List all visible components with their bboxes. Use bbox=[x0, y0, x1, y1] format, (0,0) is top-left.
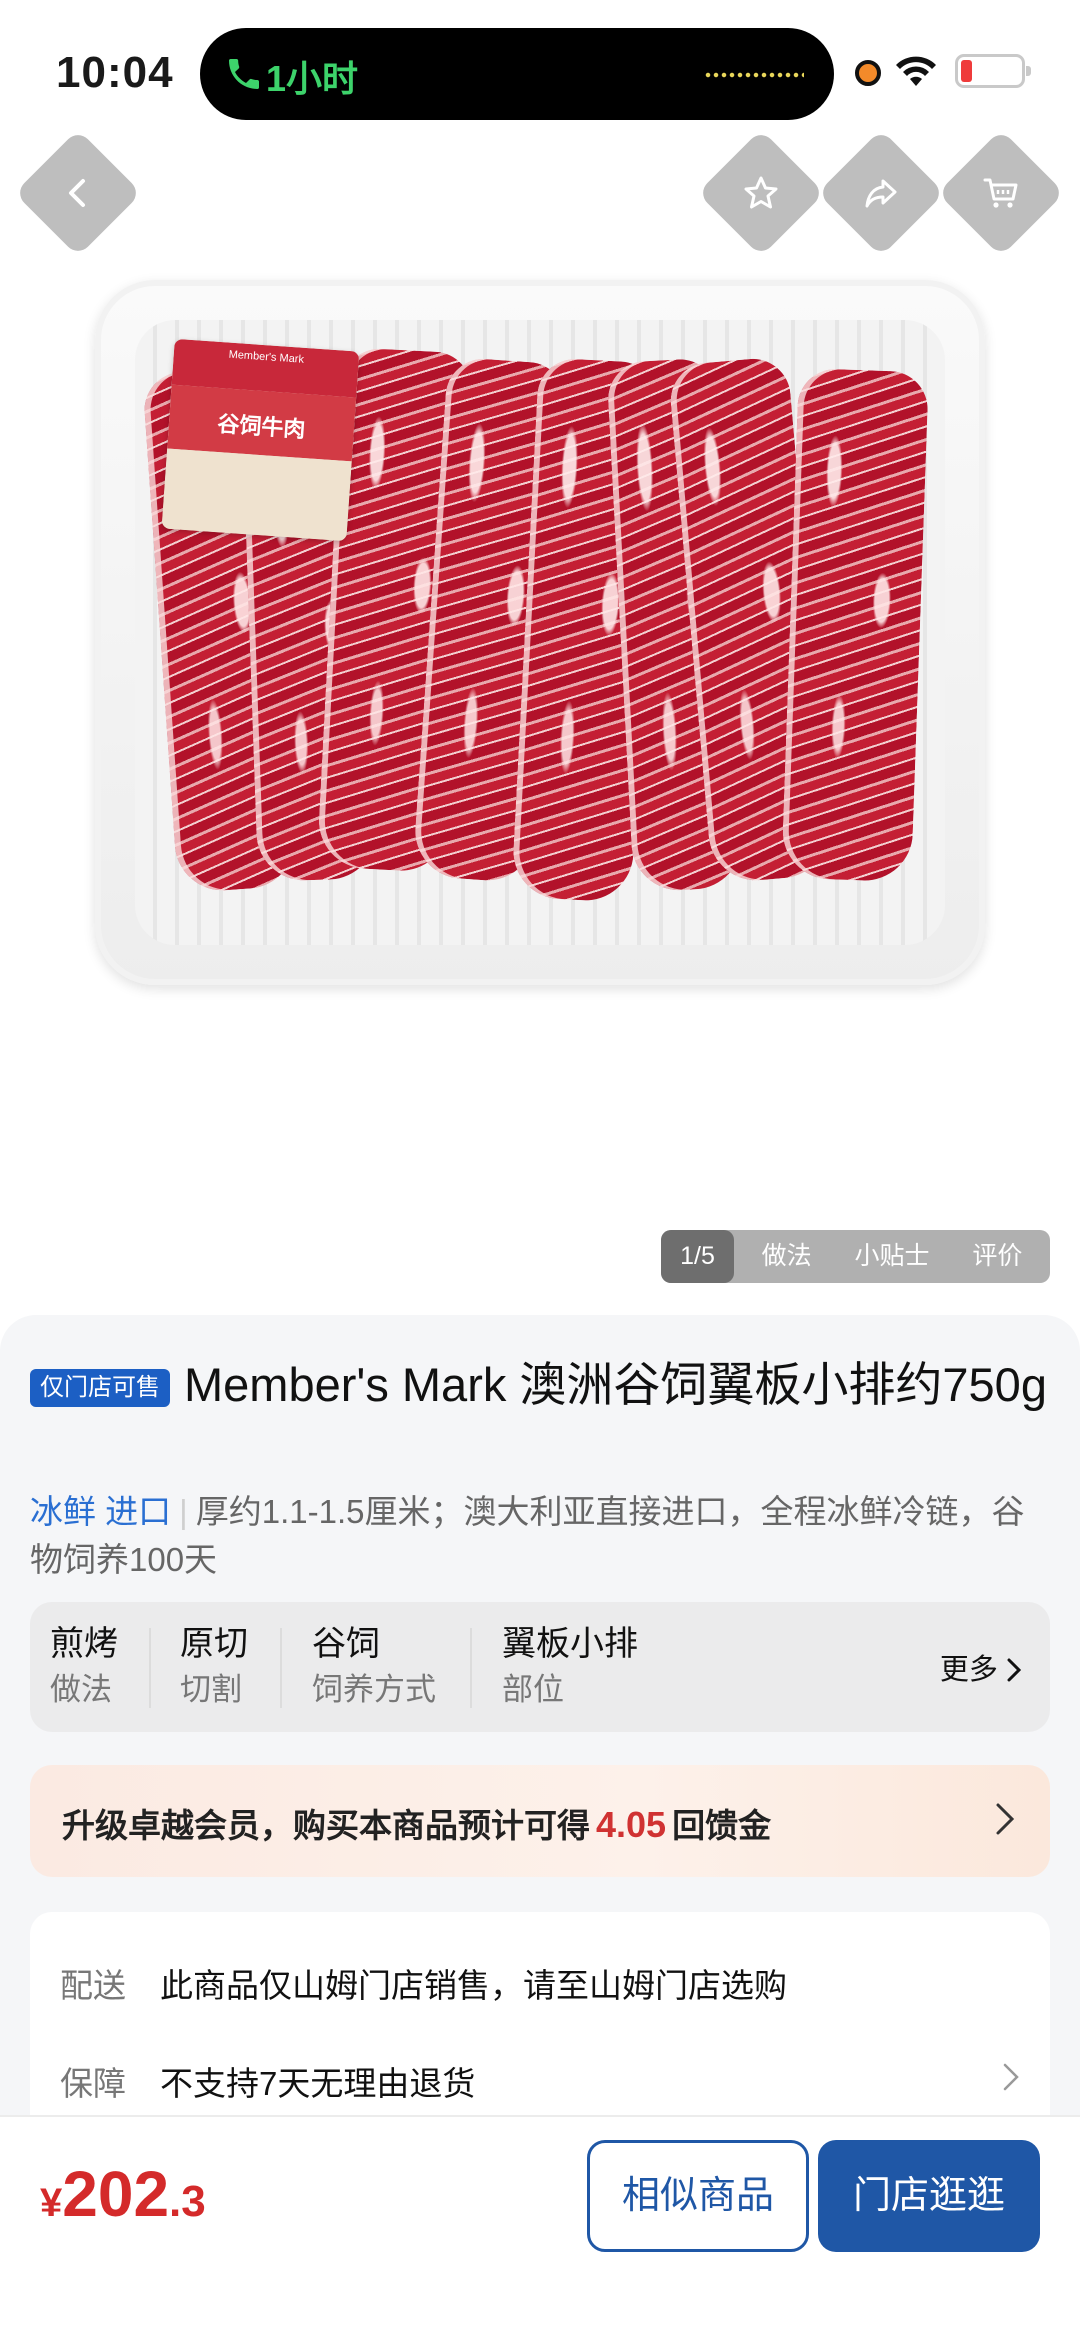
share-icon bbox=[865, 179, 897, 208]
chevron-right-icon bbox=[1007, 1658, 1022, 1682]
membership-promo-banner[interactable]: 升级卓越会员，购买本商品预计可得 4.05 回馈金 bbox=[30, 1765, 1050, 1877]
tab-image-counter[interactable]: 1/5 bbox=[661, 1230, 734, 1283]
cart-icon bbox=[983, 178, 1018, 208]
more-attributes-button[interactable]: 更多 bbox=[940, 1646, 1022, 1688]
back-button[interactable] bbox=[14, 129, 142, 257]
delivery-row: 配送 此商品仅山姆门店销售，请至山姆门店选购 bbox=[60, 1967, 787, 2004]
chevron-left-icon bbox=[69, 179, 85, 207]
product-title-block: 仅门店可售 Member's Mark 澳洲谷饲翼板小排约750g bbox=[30, 1351, 1050, 1418]
tag-imported: 进口 bbox=[105, 1493, 172, 1530]
attr-method: 煎烤 做法 bbox=[50, 1625, 118, 1707]
bottom-action-bar: ¥202.3 相似商品 门店逛逛 bbox=[0, 2115, 1080, 2341]
promo-suffix: 回馈金 bbox=[672, 1807, 772, 1844]
cart-button[interactable] bbox=[937, 129, 1065, 257]
similar-products-button[interactable]: 相似商品 bbox=[587, 2140, 809, 2252]
price: ¥202.3 bbox=[40, 2158, 206, 2230]
dynamic-island-call[interactable]: 1小时 bbox=[200, 28, 834, 120]
tab-reviews[interactable]: 评价 bbox=[945, 1230, 1050, 1283]
phone-icon bbox=[229, 59, 259, 89]
call-duration: 1小时 bbox=[266, 58, 359, 99]
star-icon bbox=[744, 176, 778, 209]
chevron-right-icon bbox=[1003, 2063, 1019, 2091]
product-subtitle: 冰鲜 进口 | 厚约1.1-1.5厘米；澳大利亚直接进口，全程冰鲜冷链，谷物饲养10… bbox=[30, 1493, 1025, 1578]
attributes-panel[interactable]: 煎烤 做法 原切 切割 谷饲 饲养方式 翼板小排 部位 更多 bbox=[30, 1602, 1050, 1732]
share-button[interactable] bbox=[817, 129, 945, 257]
guarantee-row[interactable]: 保障 不支持7天无理由退货 bbox=[60, 2057, 475, 2105]
product-title: Member's Mark 澳洲谷饲翼板小排约750g bbox=[184, 1358, 1047, 1411]
promo-amount: 4.05 bbox=[596, 1804, 667, 1845]
battery-icon bbox=[955, 54, 1031, 88]
chevron-right-icon bbox=[996, 1803, 1015, 1835]
audio-wave-icon bbox=[704, 72, 804, 78]
tag-chilled: 冰鲜 bbox=[30, 1493, 96, 1530]
browse-store-button[interactable]: 门店逛逛 bbox=[818, 2140, 1040, 2252]
product-image[interactable]: Member's Mark 谷饲牛肉 bbox=[0, 250, 1080, 1010]
promo-text: 升级卓越会员，购买本商品预计可得 bbox=[62, 1807, 590, 1844]
favorite-button[interactable] bbox=[697, 129, 825, 257]
wifi-icon bbox=[896, 56, 936, 86]
package-label: Member's Mark 谷饲牛肉 bbox=[161, 338, 360, 542]
recording-indicator-icon bbox=[855, 60, 881, 86]
status-time: 10:04 bbox=[56, 48, 174, 97]
attr-part: 翼板小排 部位 bbox=[502, 1625, 638, 1707]
store-only-badge: 仅门店可售 bbox=[30, 1369, 170, 1407]
tab-tips[interactable]: 小贴士 bbox=[839, 1230, 944, 1283]
attr-cut: 原切 切割 bbox=[180, 1625, 248, 1707]
status-bar: 10:04 1小时 bbox=[0, 0, 1080, 140]
attr-feeding: 谷饲 饲养方式 bbox=[312, 1625, 436, 1707]
product-detail-page: 10:04 1小时 Member's Mark 谷饲牛肉 1/5 做法 小贴士 … bbox=[0, 0, 1080, 2341]
tab-recipe[interactable]: 做法 bbox=[734, 1230, 839, 1283]
gallery-tabs: 1/5 做法 小贴士 评价 bbox=[661, 1230, 1050, 1283]
